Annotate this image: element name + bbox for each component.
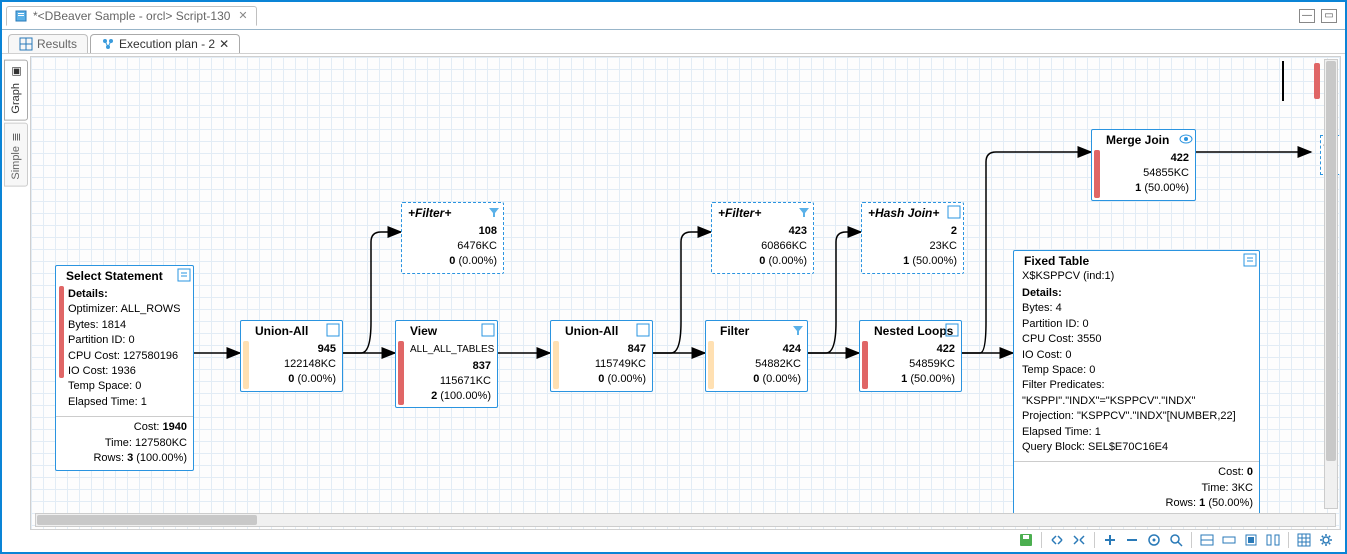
view-icon[interactable]	[1179, 132, 1193, 146]
graph-icon: ▣	[10, 67, 22, 79]
zoom-fit-button[interactable]	[1167, 531, 1185, 549]
expand-icon[interactable]	[636, 323, 650, 337]
tab-execution-plan[interactable]: Execution plan - 2 ✕	[90, 34, 240, 53]
node-union-all-2[interactable]: Union-All 847 115749KC 0 (0.00%)	[550, 320, 653, 392]
side-tab-graph-label: Graph	[10, 83, 22, 114]
execution-plan-canvas[interactable]: Select Statement Details: Optimizer: ALL…	[30, 56, 1341, 530]
separator	[1041, 532, 1042, 548]
layout-horizontal-button[interactable]	[1198, 531, 1216, 549]
expand-icon[interactable]	[481, 323, 495, 337]
node-title: Fixed Table	[1014, 251, 1259, 270]
tab-plan-label: Execution plan - 2	[119, 37, 215, 51]
editor-tab-title: *<DBeaver Sample - orcl> Script-130	[33, 9, 230, 23]
zoom-reset-button[interactable]	[1145, 531, 1163, 549]
list-icon: ≣	[10, 130, 22, 142]
maximize-button[interactable]: ▭	[1321, 9, 1337, 23]
expand-icon[interactable]	[326, 323, 340, 337]
vertical-scrollbar[interactable]	[1324, 59, 1338, 509]
layout-compact-button[interactable]	[1220, 531, 1238, 549]
cost-bar	[243, 341, 249, 389]
side-tab-simple[interactable]: Simple ≣	[4, 123, 28, 187]
filter-icon	[797, 205, 811, 219]
cost-bar	[1094, 150, 1100, 198]
zoom-in-button[interactable]	[1101, 531, 1119, 549]
cost-bar	[1314, 63, 1320, 99]
separator	[1288, 532, 1289, 548]
sql-script-icon	[15, 9, 29, 23]
scrollbar-thumb[interactable]	[1326, 61, 1336, 461]
side-tab-graph[interactable]: Graph ▣	[4, 60, 28, 121]
node-merge-join[interactable]: Merge Join 422 54855KC 1 (50.00%)	[1091, 129, 1196, 201]
side-tab-simple-label: Simple	[10, 146, 22, 180]
expand-icon[interactable]	[1243, 253, 1257, 267]
zoom-out-button[interactable]	[1123, 531, 1141, 549]
node-filter-collapsed-2[interactable]: +Filter+ 423 60866KC 0 (0.00%)	[711, 202, 814, 274]
node-hash-join-collapsed[interactable]: +Hash Join+ 2 23KC 1 (50.00%)	[861, 202, 964, 274]
plan-icon	[101, 37, 115, 51]
node-filter[interactable]: Filter 424 54882KC 0 (0.00%)	[705, 320, 808, 392]
grid-icon	[19, 37, 33, 51]
editor-tab[interactable]: *<DBeaver Sample - orcl> Script-130 ✕	[6, 6, 257, 26]
separator	[1094, 532, 1095, 548]
edge-stub	[1282, 61, 1284, 101]
node-nested-loops[interactable]: Nested Loops 422 54859KC 1 (50.00%)	[859, 320, 962, 392]
expand-icon[interactable]	[177, 268, 191, 282]
tab-results-label: Results	[37, 37, 77, 51]
node-union-all-1[interactable]: Union-All 945 122148KC 0 (0.00%)	[240, 320, 343, 392]
cost-bar	[553, 341, 559, 389]
expand-icon[interactable]	[947, 205, 961, 219]
plan-toolbar	[30, 530, 1341, 550]
settings-button[interactable]	[1317, 531, 1335, 549]
tab-results[interactable]: Results	[8, 34, 88, 53]
node-title: Select Statement	[56, 266, 193, 285]
cost-bar	[398, 341, 404, 405]
cost-bar	[862, 341, 868, 389]
cost-bar	[59, 286, 64, 378]
cost-bar	[708, 341, 714, 389]
node-select-statement[interactable]: Select Statement Details: Optimizer: ALL…	[55, 265, 194, 471]
filter-icon	[487, 205, 501, 219]
node-view[interactable]: View ALL_ALL_TABLES 837 115671KC 2 (100.…	[395, 320, 498, 408]
separator	[1191, 532, 1192, 548]
expand-all-button[interactable]	[1048, 531, 1066, 549]
scrollbar-thumb[interactable]	[37, 515, 257, 525]
filter-icon	[791, 323, 805, 337]
horizontal-scrollbar[interactable]	[35, 513, 1336, 527]
collapse-all-button[interactable]	[1070, 531, 1088, 549]
expand-icon[interactable]	[945, 323, 959, 337]
close-icon[interactable]: ✕	[234, 9, 247, 22]
layout-node-button[interactable]	[1242, 531, 1260, 549]
close-icon[interactable]: ✕	[219, 37, 229, 51]
layout-columns-button[interactable]	[1264, 531, 1282, 549]
minimize-button[interactable]: —	[1299, 9, 1315, 23]
node-fixed-table[interactable]: Fixed Table X$KSPPCV (ind:1) Details: By…	[1013, 250, 1260, 516]
grid-toggle-button[interactable]	[1295, 531, 1313, 549]
save-button[interactable]	[1017, 531, 1035, 549]
node-filter-collapsed-1[interactable]: +Filter+ 108 6476KC 0 (0.00%)	[401, 202, 504, 274]
